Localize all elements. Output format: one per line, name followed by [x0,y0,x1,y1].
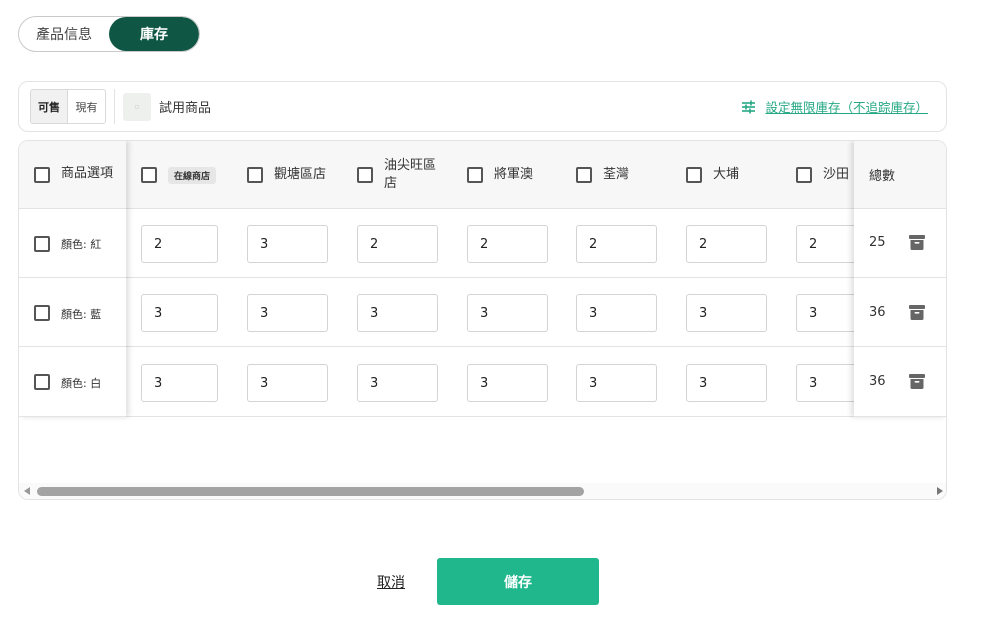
unlimited-stock-link[interactable]: 設定無限庫存（不追踪庫存） [741,82,928,131]
total-value: 36 [869,374,886,389]
archive-icon[interactable] [909,235,925,250]
quantity-input[interactable] [141,364,218,402]
location-header-sha-tin: 沙田 [823,167,850,182]
save-button[interactable]: 儲存 [437,558,599,605]
quantity-input[interactable] [247,364,328,402]
inventory-table: 在線商店 觀塘區店 油尖旺區店 將軍澳 荃灣 大埔 沙田 商品選項 顏色: 紅 [18,140,947,500]
variant-label: 顏色: 藍 [61,308,102,321]
divider [114,89,115,124]
location-checkbox-kwun-tong[interactable] [247,167,263,183]
location-header-kwun-tong: 觀塘區店 [274,167,327,182]
row-checkbox[interactable] [34,236,50,252]
quantity-input[interactable] [247,225,328,263]
location-header-tsuen-wan: 荃灣 [603,167,630,182]
toggle-on-hand[interactable]: 現有 [68,90,105,123]
variant-cell: 顏色: 紅 [19,209,126,278]
total-column-header: 總數 [869,169,896,184]
variant-label: 顏色: 白 [61,377,102,390]
select-all-checkbox[interactable] [34,167,50,183]
location-header-tai-po: 大埔 [713,167,740,182]
total-cell: 36 [854,278,946,347]
total-header-cell: 總數 [854,141,946,209]
scroll-right-arrow-icon[interactable] [937,487,943,495]
variant-cell: 顏色: 白 [19,348,126,417]
scroll-left-arrow-icon[interactable] [24,487,30,495]
quantity-input[interactable] [141,294,218,332]
archive-icon[interactable] [909,374,925,389]
location-checkbox-tsuen-wan[interactable] [576,167,592,183]
quantity-input[interactable] [247,294,328,332]
product-image-icon: ◻ [123,92,151,121]
quantity-input[interactable] [467,294,548,332]
location-header-online-store: 在線商店 [168,167,217,184]
location-checkbox-tseung-kwan-o[interactable] [467,167,483,183]
quantity-input[interactable] [686,225,767,263]
location-checkbox-yau-tsim-mong[interactable] [357,167,373,183]
total-column: 總數 25 36 36 [854,141,946,417]
quantity-input[interactable] [357,364,438,402]
quantity-input[interactable] [467,225,548,263]
cancel-button[interactable]: 取消 [377,572,405,592]
total-value: 36 [869,305,886,320]
product-name: 試用商品 [159,101,212,116]
variant-label: 顏色: 紅 [61,238,102,251]
location-checkbox-online-store[interactable] [141,167,157,183]
quantity-input[interactable] [576,225,657,263]
tab-inventory[interactable]: 庫存 [109,17,199,51]
quantity-input[interactable] [576,364,657,402]
tab-product-info[interactable]: 產品信息 [19,17,109,51]
scrollbar-thumb[interactable] [37,487,584,496]
variant-column-header: 商品選項 [61,166,114,181]
location-checkbox-sha-tin[interactable] [796,167,812,183]
row-checkbox[interactable] [34,305,50,321]
location-checkbox-tai-po[interactable] [686,167,702,183]
inventory-toolbar: 可售 現有 ◻ 試用商品 設定無限庫存（不追踪庫存） [18,81,947,132]
sliders-icon [741,100,756,114]
total-cell: 36 [854,348,946,417]
location-header-yau-tsim-mong: 油尖旺區店 [384,158,437,191]
variant-column: 商品選項 顏色: 紅 顏色: 藍 顏色: 白 [19,141,126,417]
quantity-input[interactable] [576,294,657,332]
quantity-input[interactable] [357,225,438,263]
stock-type-toggle: 可售 現有 [30,89,106,124]
variant-cell: 顏色: 藍 [19,278,126,347]
archive-icon[interactable] [909,305,925,320]
row-checkbox[interactable] [34,374,50,390]
toggle-available[interactable]: 可售 [31,90,68,123]
quantity-input[interactable] [141,225,218,263]
quantity-input[interactable] [357,294,438,332]
unlimited-stock-label: 設定無限庫存（不追踪庫存） [765,100,928,115]
location-header-tseung-kwan-o: 將軍澳 [494,167,534,182]
horizontal-scrollbar[interactable] [19,483,946,499]
tab-switcher: 產品信息 庫存 [18,16,200,52]
quantity-input[interactable] [467,364,548,402]
quantity-input[interactable] [686,294,767,332]
total-value: 25 [869,235,886,250]
variant-header-cell: 商品選項 [19,141,126,209]
total-cell: 25 [854,209,946,278]
quantity-input[interactable] [686,364,767,402]
